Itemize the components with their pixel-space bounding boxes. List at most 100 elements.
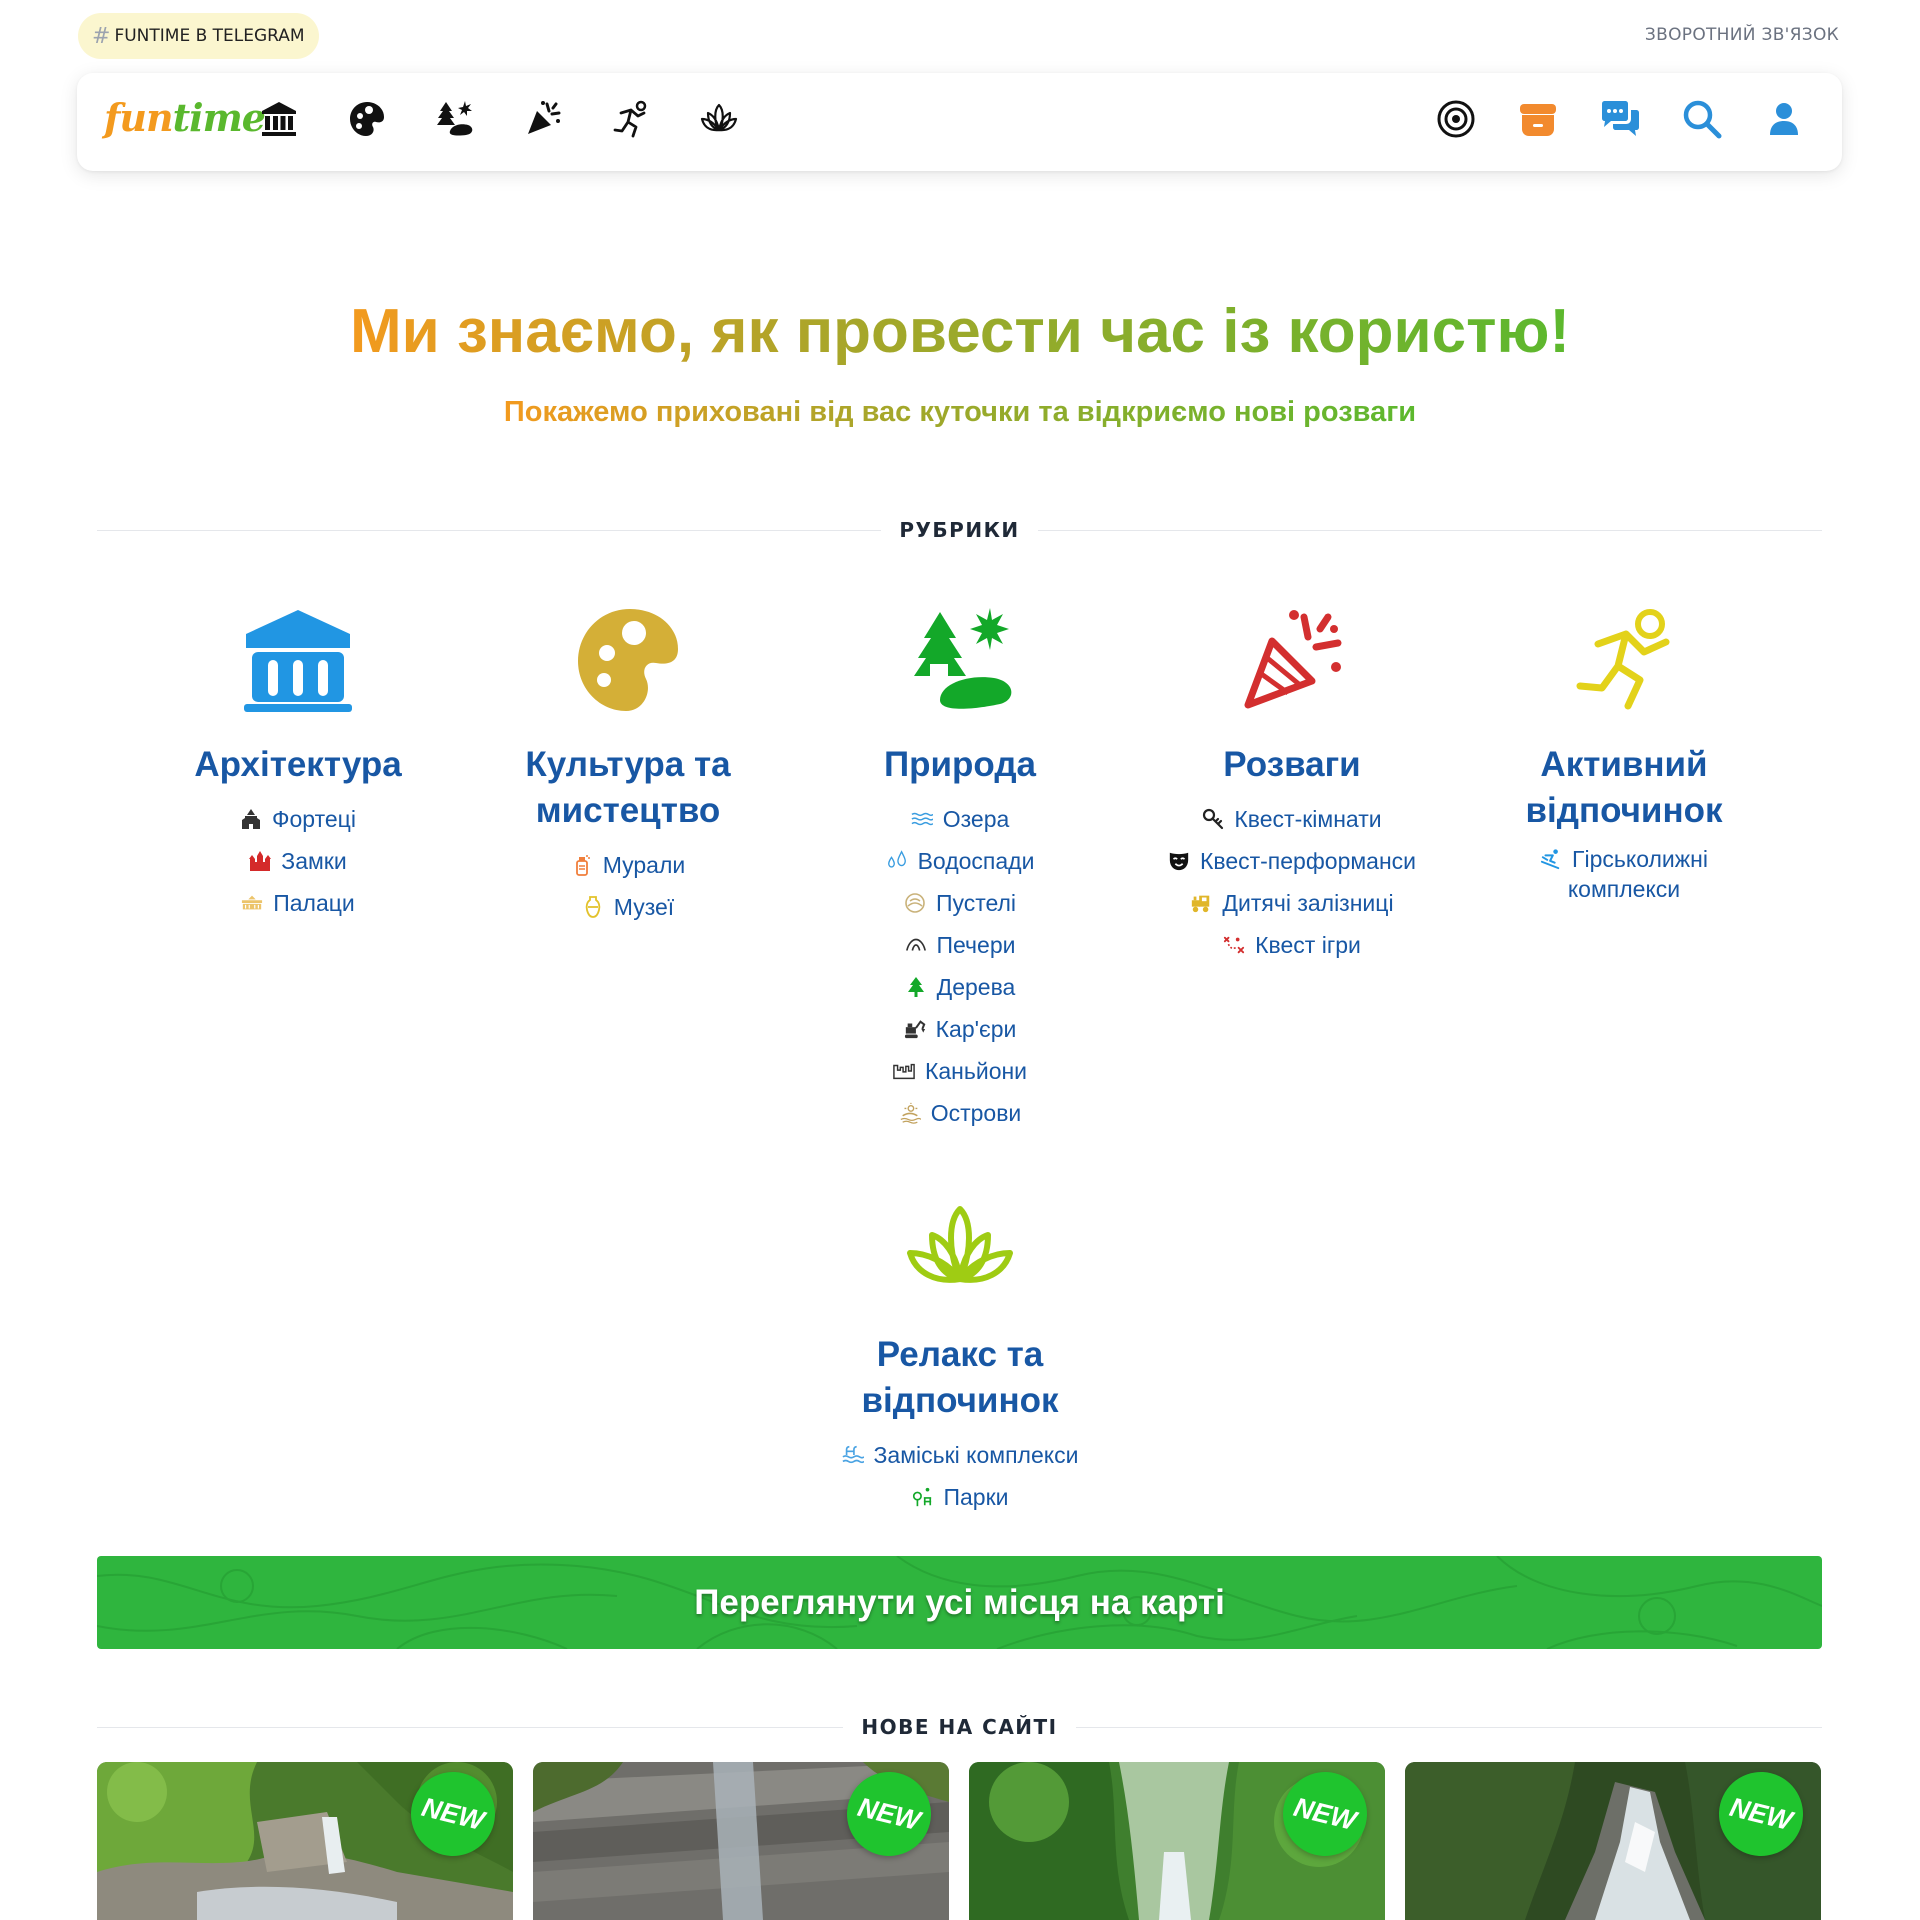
subcategory-quest-games[interactable]: Квест ігри xyxy=(1223,924,1361,966)
nature-icon[interactable] xyxy=(433,97,477,141)
subcategory-deserts[interactable]: Пустелі xyxy=(904,882,1016,924)
subcategory-canyons[interactable]: Каньйони xyxy=(893,1050,1027,1092)
subcategory-list: Квест-кімнати Квест-перформанси Дитячі з… xyxy=(1142,798,1442,966)
category-title[interactable]: Активний відпочинок xyxy=(1474,742,1774,834)
category-title-line1: Релакс та xyxy=(876,1335,1044,1374)
subcategory-label: Заміські комплекси xyxy=(873,1441,1079,1468)
mask-icon xyxy=(1168,850,1190,872)
runner-icon[interactable] xyxy=(609,97,653,141)
category-culture: Культура та мистецтво Мурали Музеї xyxy=(478,600,778,928)
treasure-map-icon xyxy=(1223,934,1245,956)
train-icon xyxy=(1190,892,1212,914)
key-icon xyxy=(1202,808,1224,830)
category-relax: Релакс та відпочинок Заміські комплекси П… xyxy=(810,1190,1110,1518)
telegram-link[interactable]: # FUNTIME B TELEGRAM xyxy=(78,13,319,59)
subcategory-label: Пустелі xyxy=(935,889,1017,916)
canyon-icon xyxy=(893,1060,915,1082)
subcategory-museums[interactable]: Музеї xyxy=(582,886,674,928)
tree-icon xyxy=(905,976,927,998)
target-icon[interactable] xyxy=(1434,97,1478,141)
logo-time: time xyxy=(172,95,266,140)
architecture-icon[interactable] xyxy=(257,97,301,141)
new-heading: НОВЕ НА САЙТІ xyxy=(861,1715,1058,1739)
trees-icon[interactable] xyxy=(900,600,1020,720)
subcategory-trees[interactable]: Дерева xyxy=(905,966,1015,1008)
castle-icon xyxy=(249,850,272,872)
subcategory-fortresses[interactable]: Фортеці xyxy=(240,798,356,840)
chat-icon[interactable] xyxy=(1598,97,1642,141)
subcategory-list: Озера Водоспади Пустелі Печери Дерева Ка… xyxy=(810,798,1110,1134)
museum-icon[interactable] xyxy=(238,600,358,720)
subcategory-list: Заміські комплекси Парки xyxy=(810,1434,1110,1518)
new-divider: НОВЕ НА САЙТІ xyxy=(97,1712,1822,1742)
lotus-icon[interactable] xyxy=(900,1190,1020,1310)
site-logo[interactable]: funtime xyxy=(104,95,266,140)
subcategory-parks[interactable]: Парки xyxy=(911,1476,1009,1518)
subcategory-country-complexes[interactable]: Заміські комплекси xyxy=(841,1434,1079,1476)
park-icon xyxy=(911,1486,933,1508)
category-title-line1: Культура та xyxy=(525,745,731,784)
subcategory-label: Квест-перформанси xyxy=(1199,847,1417,874)
subcategory-islands[interactable]: Острови xyxy=(899,1092,1021,1134)
subcategory-quarries[interactable]: Кар'єри xyxy=(904,1008,1017,1050)
categories-divider: РУБРИКИ xyxy=(97,515,1822,545)
fortress-icon xyxy=(240,808,262,830)
subcategory-castles[interactable]: Замки xyxy=(249,840,347,882)
subcategory-quest-rooms[interactable]: Квест-кімнати xyxy=(1202,798,1382,840)
droplets-icon xyxy=(886,850,908,872)
category-title[interactable]: Архітектура xyxy=(148,742,448,788)
subcategory-label: Музеї xyxy=(613,893,675,920)
cave-icon xyxy=(905,934,927,956)
subcategory-kids-railways[interactable]: Дитячі залізниці xyxy=(1190,882,1394,924)
new-card[interactable]: NEW xyxy=(533,1762,949,1920)
palette-icon[interactable] xyxy=(568,600,688,720)
subcategory-label: Замки xyxy=(281,847,347,874)
subcategory-label: Водоспади xyxy=(917,847,1035,874)
skier-icon xyxy=(1540,848,1562,870)
category-title[interactable]: Релакс та відпочинок xyxy=(810,1332,1110,1424)
subcategory-list: Мурали Музеї xyxy=(478,844,778,928)
subcategory-label: Каньйони xyxy=(924,1057,1028,1084)
waves-icon xyxy=(911,808,933,830)
subcategory-label: Квест ігри xyxy=(1255,931,1361,958)
subcategory-palaces[interactable]: Палаци xyxy=(241,882,355,924)
subcategory-label: Озера xyxy=(942,805,1010,832)
subcategory-label: Палаци xyxy=(273,889,355,916)
subcategory-label: Кар'єри xyxy=(935,1015,1017,1042)
party-popper-icon[interactable] xyxy=(1232,600,1352,720)
new-card[interactable]: NEW xyxy=(969,1762,1385,1920)
subcategory-label-line2: комплекси xyxy=(1567,876,1681,902)
subcategory-label: Гірськолижні xyxy=(1572,846,1708,872)
user-icon[interactable] xyxy=(1762,97,1806,141)
party-popper-icon[interactable] xyxy=(521,97,565,141)
new-card[interactable]: NEW xyxy=(97,1762,513,1920)
search-icon[interactable] xyxy=(1680,97,1724,141)
lotus-icon[interactable] xyxy=(697,97,741,141)
category-active: Активний відпочинок Гірськолижні комплекс… xyxy=(1474,600,1774,904)
subcategory-label: Парки xyxy=(943,1483,1009,1510)
subcategory-ski-resorts[interactable]: Гірськолижні комплекси xyxy=(1540,844,1708,904)
category-title[interactable]: Культура та мистецтво xyxy=(478,742,778,834)
category-title[interactable]: Природа xyxy=(810,742,1110,788)
hash-icon: # xyxy=(92,23,111,49)
subcategory-list: Гірськолижні комплекси xyxy=(1474,844,1774,904)
telegram-link-label: FUNTIME B TELEGRAM xyxy=(114,26,305,46)
subcategory-waterfalls[interactable]: Водоспади xyxy=(886,840,1035,882)
category-title[interactable]: Розваги xyxy=(1142,742,1442,788)
pool-icon xyxy=(841,1444,864,1466)
island-icon xyxy=(899,1102,921,1124)
subcategory-caves[interactable]: Печери xyxy=(905,924,1015,966)
subcategory-murals[interactable]: Мурали xyxy=(571,844,685,886)
hero-subtitle: Покажемо приховані від вас куточки та ві… xyxy=(503,396,1417,428)
view-map-button[interactable]: Переглянути усі місця на карті xyxy=(97,1556,1822,1649)
new-card[interactable]: NEW xyxy=(1405,1762,1821,1920)
palette-icon[interactable] xyxy=(345,97,389,141)
subcategory-lakes[interactable]: Озера xyxy=(911,798,1010,840)
archive-box-icon[interactable] xyxy=(1516,97,1560,141)
subcategory-list: Фортеці Замки Палаци xyxy=(148,798,448,924)
feedback-link[interactable]: ЗВОРОТНИЙ ЗВ'ЯЗОК xyxy=(1645,25,1839,45)
subcategory-quest-performances[interactable]: Квест-перформанси xyxy=(1168,840,1416,882)
runner-icon[interactable] xyxy=(1564,600,1684,720)
new-cards: NEW NEW NEW NEW xyxy=(97,1762,1822,1920)
category-title-line2: відпочинок xyxy=(1525,791,1723,830)
